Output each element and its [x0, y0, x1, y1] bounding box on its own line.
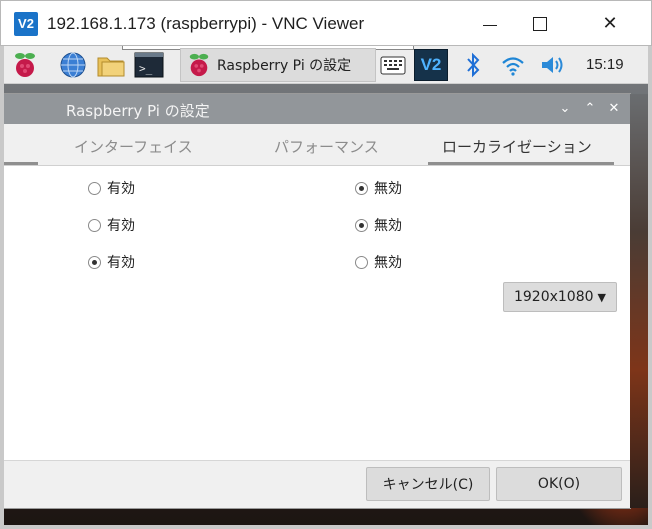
option-3-disable-label: 無効 — [374, 255, 402, 271]
option-3-enable-label: 有効 — [107, 255, 135, 271]
option-3-disable[interactable]: 無効 — [355, 252, 402, 272]
vnc-icon[interactable]: V2 — [414, 49, 448, 81]
option-2-enable-label: 有効 — [107, 218, 135, 234]
radio-unchecked-icon[interactable] — [355, 255, 368, 269]
terminal-icon[interactable]: >_ — [134, 50, 164, 80]
keyboard-icon[interactable] — [378, 50, 408, 80]
radio-checked-icon[interactable] — [355, 181, 368, 195]
active-tab-underline — [428, 162, 614, 165]
tab-system-partial[interactable] — [4, 162, 38, 165]
dialog-footer: キャンセル(C) OK(O) — [4, 460, 630, 508]
dialog-titlebar[interactable]: Raspberry Pi の設定 ⌄ ⌃ ✕ — [4, 94, 630, 124]
window-title: 192.168.1.173 (raspberrypi) - VNC Viewer — [47, 14, 365, 33]
pi-taskbar: >_ Raspberry Pi の設定 V2 15:19 — [4, 46, 648, 84]
cancel-button[interactable]: キャンセル(C) — [366, 467, 490, 501]
radio-unchecked-icon[interactable] — [88, 181, 101, 195]
taskbar-window-label: Raspberry Pi の設定 — [217, 58, 352, 74]
dropdown-arrow-icon: ▼ — [597, 290, 606, 304]
window-maximize-button[interactable] — [517, 7, 563, 41]
wallpaper-edge — [630, 94, 648, 508]
option-1-enable[interactable]: 有効 — [88, 178, 135, 198]
terminal-glyph: >_ — [139, 62, 153, 75]
radio-checked-icon[interactable] — [88, 255, 101, 269]
ok-button[interactable]: OK(O) — [496, 467, 622, 501]
rpi-config-dialog: Raspberry Pi の設定 ⌄ ⌃ ✕ インターフェイス パフォーマンス … — [4, 94, 630, 508]
vnc-viewer-logo-icon: V2 — [14, 12, 38, 36]
dialog-maximize-icon[interactable]: ⌃ — [580, 99, 600, 119]
tab-performance[interactable]: パフォーマンス — [274, 136, 379, 157]
maximize-icon — [533, 17, 547, 31]
raspberry-task-icon — [189, 53, 209, 77]
radio-unchecked-icon[interactable] — [88, 218, 101, 232]
window-minimize-button[interactable] — [467, 7, 513, 41]
wifi-icon[interactable] — [498, 50, 528, 80]
tab-localisation[interactable]: ローカライゼーション — [442, 136, 592, 157]
taskbar-clock: 15:19 — [586, 56, 624, 73]
dialog-title: Raspberry Pi の設定 — [66, 102, 210, 120]
browser-globe-icon[interactable] — [58, 50, 88, 80]
option-1-enable-label: 有効 — [107, 181, 135, 197]
option-2-enable[interactable]: 有効 — [88, 215, 135, 235]
option-3-enable[interactable]: 有効 — [88, 252, 135, 272]
volume-icon[interactable] — [538, 50, 568, 80]
resolution-value: 1920x1080 — [513, 289, 594, 305]
window-close-button[interactable]: ✕ — [587, 7, 633, 41]
dialog-minimize-icon[interactable]: ⌄ — [555, 99, 575, 119]
file-manager-icon[interactable] — [96, 50, 126, 80]
dialog-tabs: インターフェイス パフォーマンス ローカライゼーション — [4, 124, 630, 166]
resolution-select[interactable]: 1920x1080 ▼ — [503, 282, 617, 312]
option-2-disable[interactable]: 無効 — [355, 215, 402, 235]
option-2-disable-label: 無効 — [374, 218, 402, 234]
radio-checked-icon[interactable] — [355, 218, 368, 232]
vnc-glyph: V2 — [420, 55, 442, 74]
option-1-disable[interactable]: 無効 — [355, 178, 402, 198]
dialog-close-icon[interactable]: ✕ — [604, 99, 624, 119]
minimize-icon — [483, 25, 497, 26]
option-1-disable-label: 無効 — [374, 181, 402, 197]
taskbar-window-button[interactable]: Raspberry Pi の設定 — [180, 48, 376, 82]
vnc-viewer-titlebar: V2 192.168.1.173 (raspberrypi) - VNC Vie… — [0, 0, 652, 46]
tab-interfaces[interactable]: インターフェイス — [74, 136, 193, 157]
remote-desktop[interactable]: >_ Raspberry Pi の設定 V2 15:19 Raspberry P… — [4, 46, 648, 525]
bluetooth-icon[interactable] — [458, 50, 488, 80]
raspberry-menu-icon[interactable] — [10, 50, 40, 80]
